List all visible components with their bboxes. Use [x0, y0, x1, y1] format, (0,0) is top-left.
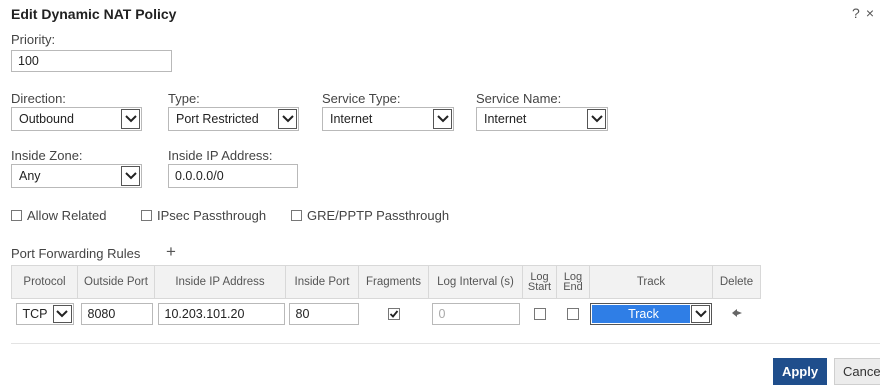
table-header-row: Protocol Outside Port Inside IP Address …	[11, 265, 761, 299]
log-interval-cell: 0	[428, 298, 523, 329]
type-label: Type:	[168, 91, 200, 106]
log-start-checkbox[interactable]	[533, 307, 546, 320]
service-type-value: Internet	[330, 112, 373, 126]
log-start-cell	[522, 298, 557, 329]
service-name-label: Service Name:	[476, 91, 562, 106]
log-end-cell	[556, 298, 590, 329]
allow-related-label: Allow Related	[27, 208, 107, 223]
col-fragments: Fragments	[358, 265, 429, 299]
delete-cell	[712, 298, 761, 329]
ipsec-label: IPsec Passthrough	[157, 208, 267, 223]
cancel-button[interactable]: Cancel	[834, 358, 880, 385]
chevron-down-icon[interactable]	[121, 166, 140, 186]
service-name-select[interactable]: Internet	[476, 107, 608, 131]
chevron-down-icon[interactable]	[121, 109, 140, 129]
col-log-end-line2: End	[563, 280, 583, 293]
priority-label: Priority:	[11, 32, 56, 47]
track-value: Track	[592, 305, 690, 323]
col-track: Track	[589, 265, 713, 299]
direction-label: Direction:	[11, 91, 66, 106]
add-rule-icon[interactable]: +	[166, 242, 176, 262]
footer-divider	[11, 343, 880, 344]
priority-input[interactable]: 100	[11, 50, 172, 72]
protocol-select[interactable]: TCP	[15, 303, 74, 325]
track-cell: Track	[589, 298, 713, 329]
inside-zone-select[interactable]: Any	[11, 164, 142, 188]
inside-port-input[interactable]: 80	[288, 303, 359, 325]
fragments-checkbox[interactable]	[387, 307, 400, 320]
log-interval-input[interactable]: 0	[431, 303, 520, 325]
service-name-value: Internet	[484, 112, 527, 126]
chevron-down-icon[interactable]	[587, 109, 606, 129]
fragments-cell	[358, 298, 429, 329]
direction-select[interactable]: Outbound	[11, 107, 142, 131]
col-log-end: Log End	[556, 265, 590, 299]
ipsec-option[interactable]: IPsec Passthrough	[141, 208, 266, 223]
protocol-value: TCP	[22, 307, 48, 321]
inside-zone-label: Inside Zone:	[11, 148, 83, 163]
passthrough-options: Allow Related IPsec Passthrough GRE/PPTP…	[11, 208, 511, 226]
gre-option[interactable]: GRE/PPTP Passthrough	[291, 208, 449, 223]
help-icon[interactable]: ?	[852, 5, 866, 21]
service-type-select[interactable]: Internet	[322, 107, 454, 131]
chevron-down-icon[interactable]	[52, 305, 72, 323]
allow-related-option[interactable]: Allow Related	[11, 208, 107, 223]
inside-ip-cell: 10.203.101.20	[154, 298, 286, 329]
outside-port-input[interactable]: 8080	[80, 303, 153, 325]
type-select[interactable]: Port Restricted	[168, 107, 299, 131]
service-type-label: Service Type:	[322, 91, 401, 106]
port-forwarding-table: Protocol Outside Port Inside IP Address …	[11, 265, 761, 329]
table-row: TCP 8080 10.203.101.20 80 0 Track	[11, 298, 761, 329]
outside-port-cell: 8080	[77, 298, 155, 329]
col-log-start: Log Start	[522, 265, 557, 299]
col-log-start-line2: Start	[527, 280, 552, 293]
inside-zone-value: Any	[19, 169, 41, 183]
inside-ip-label: Inside IP Address:	[168, 148, 273, 163]
log-end-checkbox[interactable]	[567, 307, 579, 320]
col-protocol: Protocol	[11, 265, 78, 299]
chevron-down-icon[interactable]	[691, 305, 710, 323]
dialog-top-icons: ?×	[852, 5, 880, 21]
ipsec-checkbox[interactable]	[141, 210, 152, 222]
inside-ip-input[interactable]: 0.0.0.0/0	[168, 164, 298, 188]
apply-button[interactable]: Apply	[773, 358, 827, 385]
gre-checkbox[interactable]	[291, 210, 302, 222]
col-log-interval: Log Interval (s)	[428, 265, 523, 299]
inside-port-cell: 80	[285, 298, 359, 329]
rule-inside-ip-input[interactable]: 10.203.101.20	[157, 303, 285, 325]
delete-icon[interactable]	[731, 308, 743, 321]
protocol-cell: TCP	[11, 298, 78, 329]
col-outside-port: Outside Port	[77, 265, 155, 299]
gre-label: GRE/PPTP Passthrough	[307, 208, 450, 223]
chevron-down-icon[interactable]	[433, 109, 452, 129]
allow-related-checkbox[interactable]	[11, 210, 22, 222]
col-delete: Delete	[712, 265, 761, 299]
col-inside-ip: Inside IP Address	[154, 265, 286, 299]
track-select[interactable]: Track	[590, 303, 712, 325]
direction-value: Outbound	[19, 112, 74, 126]
type-value: Port Restricted	[176, 112, 259, 126]
chevron-down-icon[interactable]	[278, 109, 297, 129]
col-inside-port: Inside Port	[285, 265, 359, 299]
dialog-title: Edit Dynamic NAT Policy	[11, 6, 177, 22]
port-forwarding-label: Port Forwarding Rules	[11, 246, 141, 261]
close-icon[interactable]: ×	[866, 5, 880, 21]
